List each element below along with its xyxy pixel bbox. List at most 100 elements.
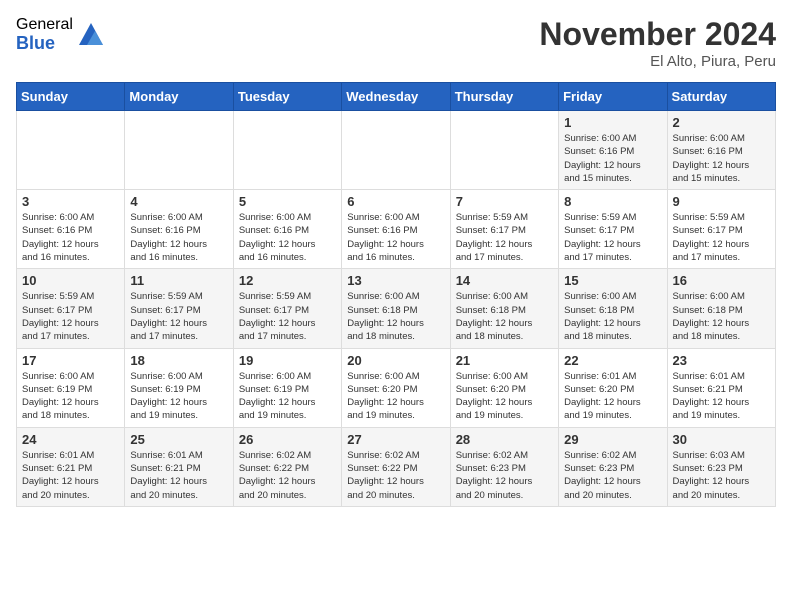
calendar: SundayMondayTuesdayWednesdayThursdayFrid… — [16, 82, 776, 507]
day-info: Sunrise: 6:02 AM Sunset: 6:22 PM Dayligh… — [347, 449, 444, 502]
calendar-week-row: 24 Sunrise: 6:01 AM Sunset: 6:21 PM Dayli… — [17, 427, 776, 506]
calendar-cell: 1 Sunrise: 6:00 AM Sunset: 6:16 PM Daylig… — [559, 111, 667, 190]
day-number: 3 — [22, 194, 119, 209]
calendar-cell: 9Sunrise: 5:59 AM Sunset: 6:17 PM Daylig… — [667, 190, 775, 269]
calendar-cell: 25Sunrise: 6:01 AM Sunset: 6:21 PM Dayli… — [125, 427, 233, 506]
calendar-week-row: 3 Sunrise: 6:00 AM Sunset: 6:16 PM Daylig… — [17, 190, 776, 269]
day-info: Sunrise: 6:03 AM Sunset: 6:23 PM Dayligh… — [673, 449, 770, 502]
day-info: Sunrise: 6:00 AM Sunset: 6:16 PM Dayligh… — [347, 211, 444, 264]
day-info: Sunrise: 6:00 AM Sunset: 6:18 PM Dayligh… — [673, 290, 770, 343]
calendar-day-header: Thursday — [450, 83, 558, 111]
calendar-week-row: 10 Sunrise: 5:59 AM Sunset: 6:17 PM Dayli… — [17, 269, 776, 348]
day-number: 21 — [456, 353, 553, 368]
calendar-cell: 7 Sunrise: 5:59 AM Sunset: 6:17 PM Daylig… — [450, 190, 558, 269]
day-number: 26 — [239, 432, 336, 447]
calendar-cell: 11 Sunrise: 5:59 AM Sunset: 6:17 PM Dayli… — [125, 269, 233, 348]
day-number: 27 — [347, 432, 444, 447]
calendar-cell: 28 Sunrise: 6:02 AM Sunset: 6:23 PM Dayli… — [450, 427, 558, 506]
day-info: Sunrise: 6:02 AM Sunset: 6:23 PM Dayligh… — [456, 449, 553, 502]
day-number: 12 — [239, 273, 336, 288]
month-title: November 2024 — [539, 16, 776, 53]
day-info: Sunrise: 6:00 AM Sunset: 6:18 PM Dayligh… — [456, 290, 553, 343]
calendar-cell: 8Sunrise: 5:59 AM Sunset: 6:17 PM Daylig… — [559, 190, 667, 269]
day-info: Sunrise: 6:00 AM Sunset: 6:18 PM Dayligh… — [347, 290, 444, 343]
day-info: Sunrise: 6:00 AM Sunset: 6:16 PM Dayligh… — [239, 211, 336, 264]
calendar-cell: 6 Sunrise: 6:00 AM Sunset: 6:16 PM Daylig… — [342, 190, 450, 269]
calendar-cell — [125, 111, 233, 190]
day-info: Sunrise: 6:01 AM Sunset: 6:21 PM Dayligh… — [22, 449, 119, 502]
day-number: 25 — [130, 432, 227, 447]
day-number: 1 — [564, 115, 661, 130]
calendar-cell: 26 Sunrise: 6:02 AM Sunset: 6:22 PM Dayli… — [233, 427, 341, 506]
day-number: 29 — [564, 432, 661, 447]
calendar-cell: 18 Sunrise: 6:00 AM Sunset: 6:19 PM Dayli… — [125, 348, 233, 427]
calendar-header-row: SundayMondayTuesdayWednesdayThursdayFrid… — [17, 83, 776, 111]
day-number: 14 — [456, 273, 553, 288]
day-info: Sunrise: 5:59 AM Sunset: 6:17 PM Dayligh… — [673, 211, 770, 264]
day-number: 24 — [22, 432, 119, 447]
day-info: Sunrise: 6:02 AM Sunset: 6:23 PM Dayligh… — [564, 449, 661, 502]
calendar-cell: 20 Sunrise: 6:00 AM Sunset: 6:20 PM Dayli… — [342, 348, 450, 427]
day-info: Sunrise: 6:00 AM Sunset: 6:20 PM Dayligh… — [347, 370, 444, 423]
calendar-cell: 15 Sunrise: 6:00 AM Sunset: 6:18 PM Dayli… — [559, 269, 667, 348]
day-number: 2 — [673, 115, 770, 130]
calendar-cell: 30 Sunrise: 6:03 AM Sunset: 6:23 PM Dayli… — [667, 427, 775, 506]
day-info: Sunrise: 6:00 AM Sunset: 6:18 PM Dayligh… — [564, 290, 661, 343]
calendar-cell: 19 Sunrise: 6:00 AM Sunset: 6:19 PM Dayli… — [233, 348, 341, 427]
calendar-day-header: Sunday — [17, 83, 125, 111]
calendar-day-header: Saturday — [667, 83, 775, 111]
day-number: 17 — [22, 353, 119, 368]
page-header: General Blue November 2024 El Alto, Piur… — [16, 16, 776, 70]
day-info: Sunrise: 5:59 AM Sunset: 6:17 PM Dayligh… — [130, 290, 227, 343]
day-number: 8 — [564, 194, 661, 209]
day-info: Sunrise: 6:01 AM Sunset: 6:21 PM Dayligh… — [673, 370, 770, 423]
calendar-cell: 5 Sunrise: 6:00 AM Sunset: 6:16 PM Daylig… — [233, 190, 341, 269]
day-number: 15 — [564, 273, 661, 288]
day-info: Sunrise: 6:00 AM Sunset: 6:16 PM Dayligh… — [564, 132, 661, 185]
calendar-day-header: Tuesday — [233, 83, 341, 111]
calendar-cell: 14 Sunrise: 6:00 AM Sunset: 6:18 PM Dayli… — [450, 269, 558, 348]
calendar-cell: 2 Sunrise: 6:00 AM Sunset: 6:16 PM Daylig… — [667, 111, 775, 190]
day-number: 11 — [130, 273, 227, 288]
calendar-day-header: Monday — [125, 83, 233, 111]
day-number: 20 — [347, 353, 444, 368]
day-number: 5 — [239, 194, 336, 209]
day-number: 28 — [456, 432, 553, 447]
day-number: 19 — [239, 353, 336, 368]
calendar-day-header: Wednesday — [342, 83, 450, 111]
day-number: 16 — [673, 273, 770, 288]
day-number: 10 — [22, 273, 119, 288]
calendar-cell: 21 Sunrise: 6:00 AM Sunset: 6:20 PM Dayli… — [450, 348, 558, 427]
calendar-cell — [342, 111, 450, 190]
logo-general: General — [16, 16, 73, 34]
day-info: Sunrise: 6:00 AM Sunset: 6:16 PM Dayligh… — [130, 211, 227, 264]
day-info: Sunrise: 6:00 AM Sunset: 6:19 PM Dayligh… — [22, 370, 119, 423]
day-number: 22 — [564, 353, 661, 368]
day-number: 4 — [130, 194, 227, 209]
day-info: Sunrise: 6:02 AM Sunset: 6:22 PM Dayligh… — [239, 449, 336, 502]
calendar-cell — [233, 111, 341, 190]
calendar-cell — [17, 111, 125, 190]
day-number: 18 — [130, 353, 227, 368]
day-number: 23 — [673, 353, 770, 368]
logo-blue: Blue — [16, 34, 73, 54]
title-block: November 2024 El Alto, Piura, Peru — [539, 16, 776, 70]
day-number: 30 — [673, 432, 770, 447]
calendar-cell: 22Sunrise: 6:01 AM Sunset: 6:20 PM Dayli… — [559, 348, 667, 427]
day-info: Sunrise: 6:00 AM Sunset: 6:20 PM Dayligh… — [456, 370, 553, 423]
logo: General Blue — [16, 16, 105, 53]
day-info: Sunrise: 6:00 AM Sunset: 6:16 PM Dayligh… — [673, 132, 770, 185]
day-info: Sunrise: 5:59 AM Sunset: 6:17 PM Dayligh… — [456, 211, 553, 264]
calendar-cell: 10Sunrise: 5:59 AM Sunset: 6:17 PM Dayli… — [17, 269, 125, 348]
calendar-cell: 29 Sunrise: 6:02 AM Sunset: 6:23 PM Dayli… — [559, 427, 667, 506]
calendar-cell: 27 Sunrise: 6:02 AM Sunset: 6:22 PM Dayli… — [342, 427, 450, 506]
calendar-week-row: 17 Sunrise: 6:00 AM Sunset: 6:19 PM Dayli… — [17, 348, 776, 427]
day-info: Sunrise: 6:00 AM Sunset: 6:19 PM Dayligh… — [239, 370, 336, 423]
calendar-day-header: Friday — [559, 83, 667, 111]
location: El Alto, Piura, Peru — [539, 53, 776, 70]
calendar-cell: 24 Sunrise: 6:01 AM Sunset: 6:21 PM Dayli… — [17, 427, 125, 506]
day-info: Sunrise: 5:59 AM Sunset: 6:17 PM Dayligh… — [239, 290, 336, 343]
day-number: 6 — [347, 194, 444, 209]
day-number: 7 — [456, 194, 553, 209]
day-info: Sunrise: 6:00 AM Sunset: 6:19 PM Dayligh… — [130, 370, 227, 423]
